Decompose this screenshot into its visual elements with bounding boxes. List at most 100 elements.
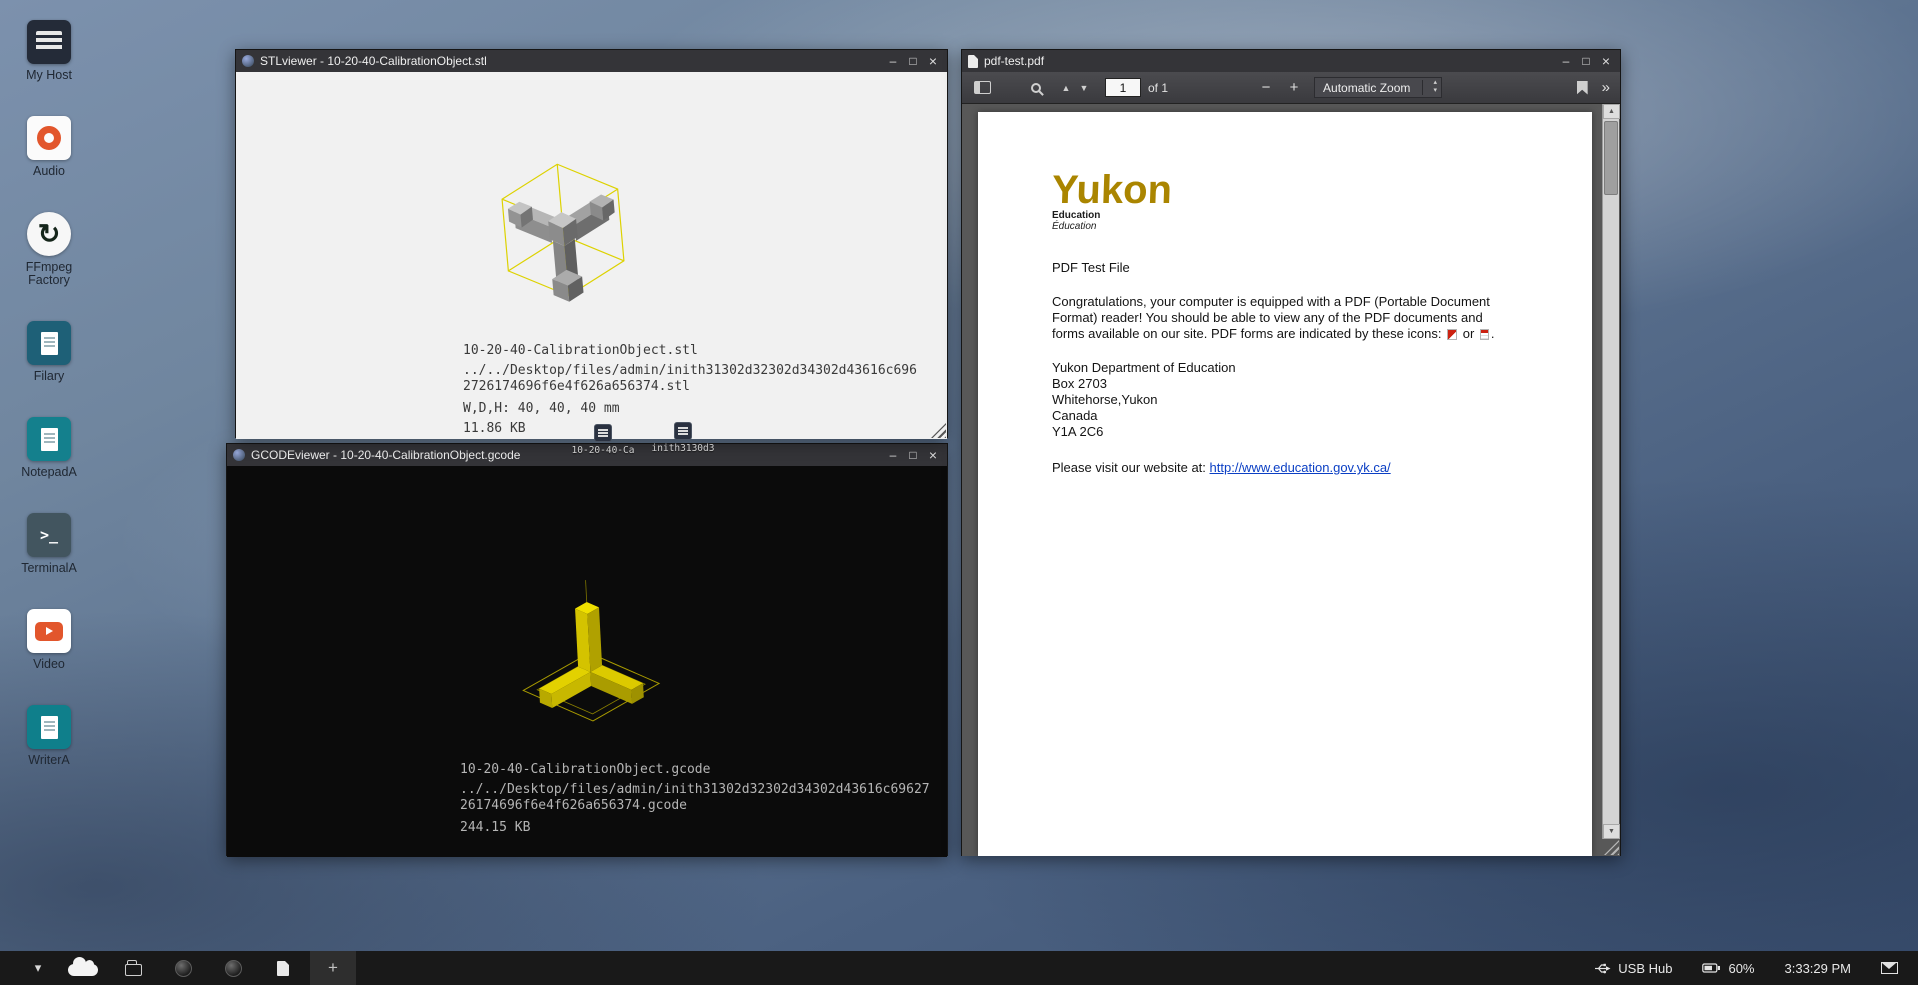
- previous-page-button[interactable]: ▲: [1057, 83, 1075, 93]
- envelope-icon: [1881, 962, 1898, 974]
- usb-icon: [1594, 962, 1611, 975]
- desktop-icon-video[interactable]: Video: [16, 609, 82, 671]
- pdf-titlebar[interactable]: pdf-test.pdf – □ ×: [962, 50, 1620, 72]
- maximize-button[interactable]: □: [903, 446, 923, 464]
- battery-status[interactable]: 60%: [1702, 961, 1754, 976]
- address-line: Box 2703: [1052, 376, 1536, 392]
- maximize-button[interactable]: □: [903, 52, 923, 70]
- app-orb-icon: [175, 960, 192, 977]
- computer-icon: [27, 20, 71, 64]
- desktop-icon-label: Audio: [33, 165, 65, 178]
- gcode-viewport[interactable]: 10-20-40-CalibrationObject.gcode ../../D…: [227, 466, 947, 857]
- window-controls: – □ ×: [1556, 52, 1616, 70]
- page-number-input[interactable]: [1105, 78, 1141, 97]
- pdf-heading: PDF Test File: [1052, 260, 1536, 275]
- zoom-level-value: Automatic Zoom: [1323, 81, 1410, 95]
- next-page-button[interactable]: ▼: [1075, 83, 1093, 93]
- cloud-icon: [68, 964, 98, 976]
- pdf-viewer-window: pdf-test.pdf – □ × ▲ ▼ of 1 − + Automati…: [961, 49, 1621, 856]
- clock[interactable]: 3:33:29 PM: [1785, 961, 1852, 976]
- scroll-up-button[interactable]: ▲: [1603, 104, 1620, 119]
- notepad-icon: [27, 417, 71, 461]
- vertical-scrollbar[interactable]: ▲ ▼: [1602, 104, 1619, 839]
- resize-grip[interactable]: [931, 423, 946, 438]
- address-line: Whitehorse,Yukon: [1052, 392, 1536, 408]
- gcode-3d-print-preview: [505, 554, 674, 737]
- page-count-label: of 1: [1148, 81, 1168, 95]
- search-icon[interactable]: [1031, 83, 1041, 93]
- battery-percent-label: 60%: [1728, 961, 1754, 976]
- taskbar-stl-viewer-button[interactable]: [160, 951, 206, 985]
- file-label: 10-20-40-Ca: [572, 445, 635, 456]
- stl-file-path: ../../Desktop/files/admin/inith31302d323…: [463, 363, 919, 395]
- resize-grip[interactable]: [1604, 840, 1619, 855]
- file-icon: [674, 422, 692, 440]
- website-link[interactable]: http://www.education.gov.yk.ca/: [1210, 460, 1391, 475]
- address-line: Y1A 2C6: [1052, 424, 1536, 440]
- gcode-file-size: 244.15 KB: [460, 820, 932, 836]
- pdf-toolbar: ▲ ▼ of 1 − + Automatic Zoom ▴▾ »: [962, 72, 1620, 104]
- desktop-icon-my-host[interactable]: My Host: [16, 20, 82, 82]
- desktop-icon-label: NotepadA: [21, 466, 77, 479]
- minimize-button[interactable]: –: [883, 446, 903, 464]
- desktop-icon-label: TerminalA: [21, 562, 77, 575]
- scrollbar-thumb[interactable]: [1604, 121, 1618, 195]
- stl-3d-model: [481, 144, 644, 316]
- close-button[interactable]: ×: [923, 52, 943, 70]
- toolbar-overflow-chevrons[interactable]: »: [1602, 80, 1610, 95]
- window-controls: – □ ×: [883, 446, 943, 464]
- desktop-icon-filary[interactable]: Filary: [16, 321, 82, 383]
- maximize-button[interactable]: □: [1576, 52, 1596, 70]
- stl-titlebar[interactable]: STLviewer - 10-20-40-CalibrationObject.s…: [236, 50, 947, 72]
- desktop-icon-notepada[interactable]: NotepadA: [16, 417, 82, 479]
- mail-status[interactable]: [1881, 962, 1898, 974]
- clock-label: 3:33:29 PM: [1785, 961, 1852, 976]
- desktop-icon-ffmpeg-factory[interactable]: ↻ FFmpeg Factory: [16, 212, 82, 287]
- usb-hub-status[interactable]: USB Hub: [1594, 961, 1672, 976]
- minimize-button[interactable]: –: [883, 52, 903, 70]
- gcode-file-info: 10-20-40-CalibrationObject.gcode ../../D…: [460, 762, 932, 836]
- zoom-out-button[interactable]: −: [1256, 79, 1276, 96]
- taskbar: ▾ + USB Hub: [0, 951, 1918, 985]
- desktop-icon-label: WriterA: [28, 754, 69, 767]
- pdf-document-area[interactable]: Yukon Education Éducation PDF Test File …: [962, 104, 1620, 856]
- desktop-file-icon[interactable]: 10-20-40-Ca: [572, 424, 634, 456]
- close-button[interactable]: ×: [1596, 52, 1616, 70]
- document-icon: [27, 321, 71, 365]
- taskbar-cloud-button[interactable]: [60, 951, 106, 985]
- pdf-page: Yukon Education Éducation PDF Test File …: [978, 112, 1592, 856]
- minimize-button[interactable]: –: [1556, 52, 1576, 70]
- desktop-file-icon[interactable]: inith3130d3: [652, 422, 714, 454]
- desktop-icon-audio[interactable]: Audio: [16, 116, 82, 178]
- scroll-down-button[interactable]: ▼: [1603, 824, 1620, 839]
- bookmark-icon[interactable]: [1577, 81, 1588, 95]
- folder-icon: [125, 964, 142, 976]
- stl-viewport[interactable]: 10-20-40-CalibrationObject.stl ../../Des…: [236, 72, 947, 439]
- zoom-level-select[interactable]: Automatic Zoom ▴▾: [1314, 77, 1442, 98]
- taskbar-pdf-button[interactable]: [260, 951, 306, 985]
- taskbar-expand-arrow[interactable]: ▾: [20, 951, 56, 985]
- close-button[interactable]: ×: [923, 446, 943, 464]
- pdf-form-icon: [1480, 329, 1489, 340]
- address-line: Yukon Department of Education: [1052, 360, 1536, 376]
- pdf-body-period: .: [1491, 326, 1495, 341]
- address-line: Canada: [1052, 408, 1536, 424]
- taskbar-new-button[interactable]: +: [310, 951, 356, 985]
- gcode-viewer-window: GCODEviewer - 10-20-40-CalibrationObject…: [226, 443, 948, 856]
- sidebar-toggle-icon[interactable]: [974, 81, 991, 94]
- taskbar-files-button[interactable]: [110, 951, 156, 985]
- desktop-icon-writera[interactable]: WriterA: [16, 705, 82, 767]
- taskbar-gcode-viewer-button[interactable]: [210, 951, 256, 985]
- pdf-app-icon: [968, 55, 978, 68]
- taskbar-status-area: USB Hub 60% 3:33:29 PM: [1594, 961, 1918, 976]
- zoom-in-button[interactable]: +: [1284, 79, 1304, 96]
- desktop-icon-terminala[interactable]: >_ TerminalA: [16, 513, 82, 575]
- gcode-file-path: ../../Desktop/files/admin/inith31302d323…: [460, 782, 932, 814]
- gcode-file-name: 10-20-40-CalibrationObject.gcode: [460, 762, 932, 778]
- window-title: STLviewer - 10-20-40-CalibrationObject.s…: [260, 54, 883, 68]
- taskbar-left: ▾ +: [0, 951, 356, 985]
- writer-document-icon: [27, 705, 71, 749]
- speaker-icon: [27, 116, 71, 160]
- terminal-icon: >_: [27, 513, 71, 557]
- play-button-icon: [27, 609, 71, 653]
